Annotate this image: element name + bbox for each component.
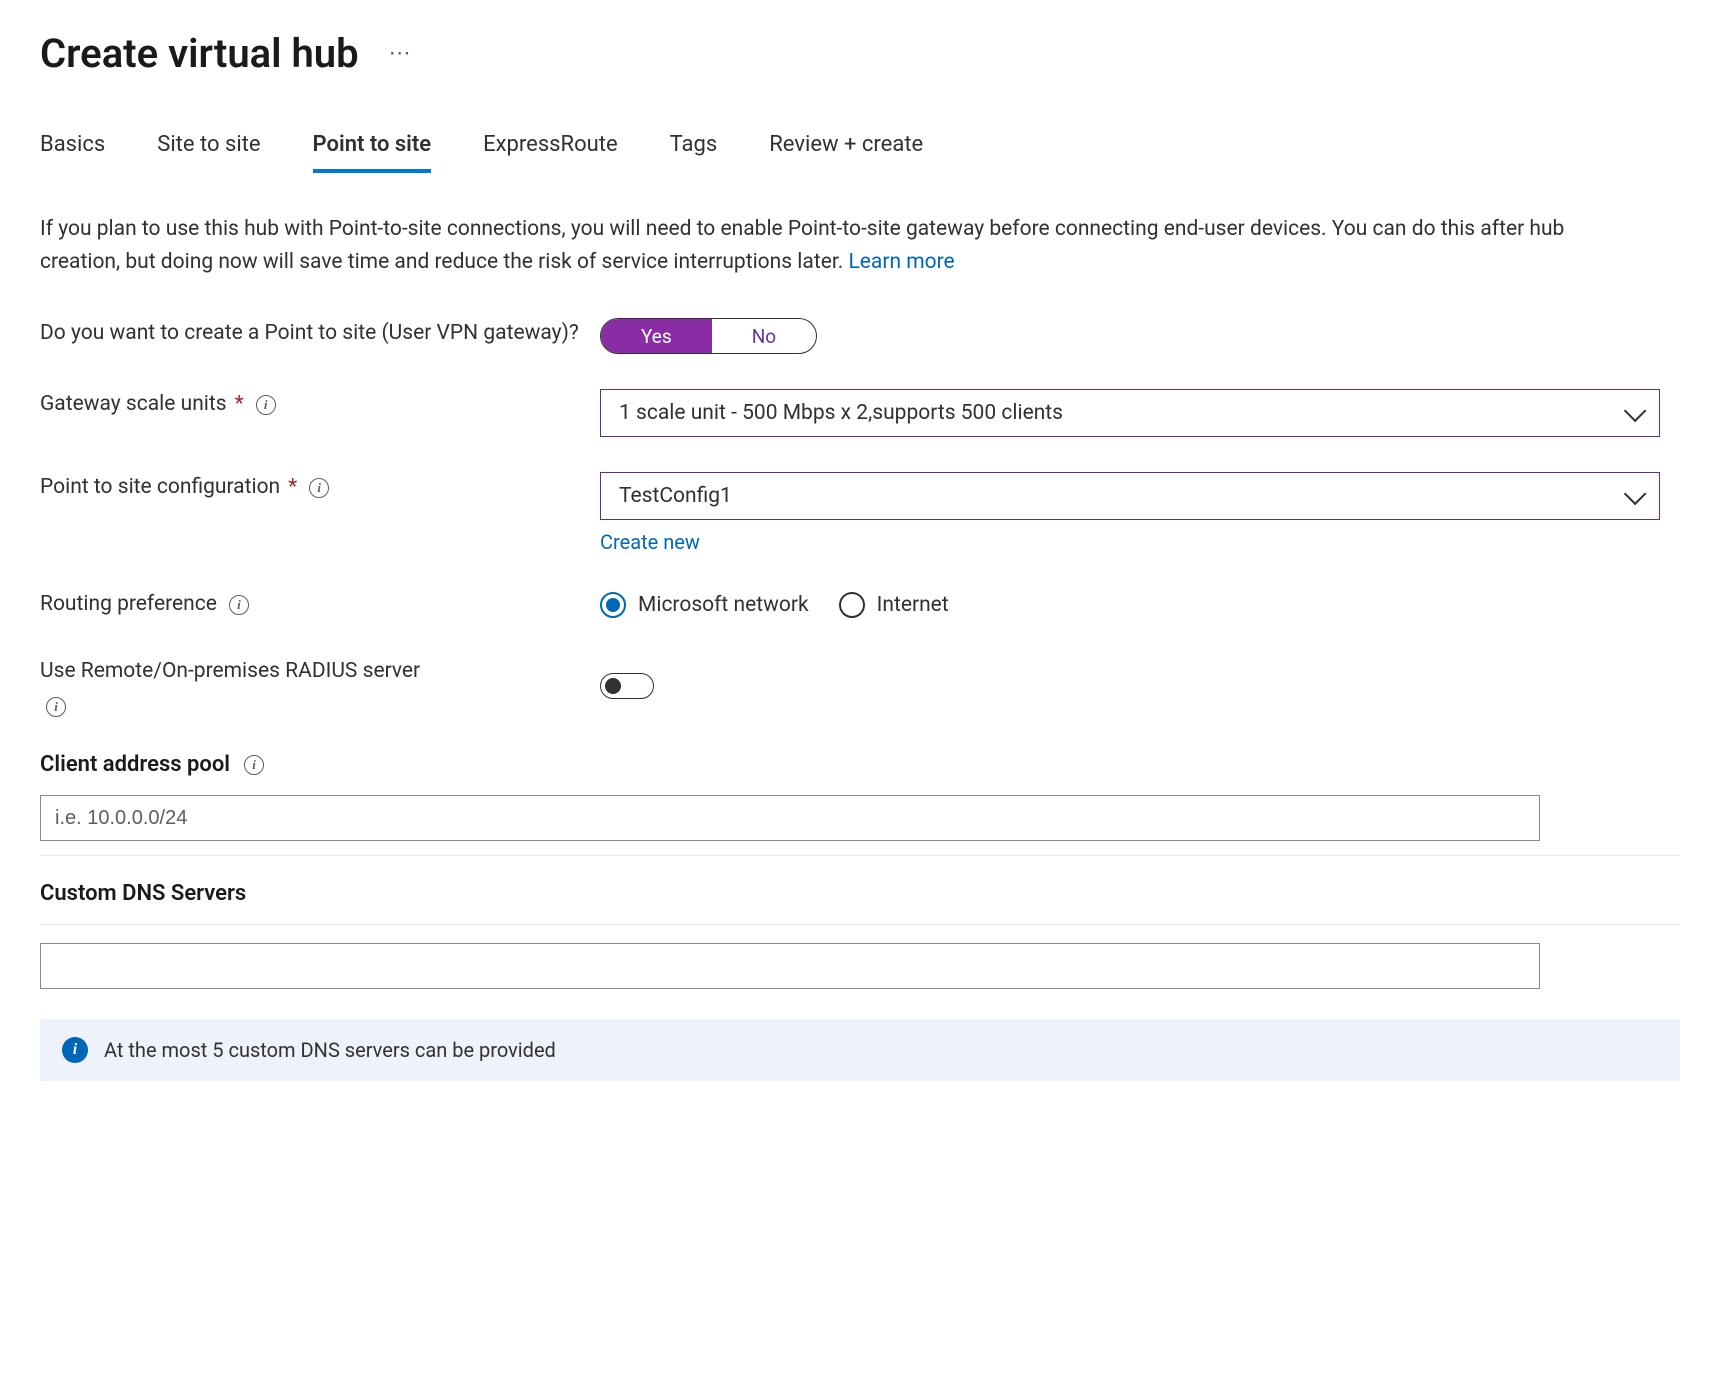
info-icon[interactable] [309,478,329,498]
divider [40,924,1680,925]
client-pool-heading: Client address pool [40,752,230,777]
scale-units-label: Gateway scale units [40,389,227,421]
routing-pref-internet-label: Internet [877,593,949,617]
tab-bar: Basics Site to site Point to site Expres… [40,132,1686,173]
custom-dns-input[interactable] [40,943,1540,989]
banner-text: At the most 5 custom DNS servers can be … [104,1038,556,1062]
p2s-config-label: Point to site configuration [40,472,280,504]
learn-more-link[interactable]: Learn more [848,250,954,274]
intro-text: If you plan to use this hub with Point-t… [40,213,1640,278]
info-icon[interactable] [244,755,264,775]
more-actions-icon[interactable]: ⋯ [389,41,413,66]
info-filled-icon [62,1037,88,1063]
client-address-pool-input[interactable] [40,795,1540,841]
tab-tags[interactable]: Tags [670,132,718,173]
p2s-config-dropdown[interactable]: TestConfig1 [600,472,1660,520]
tab-site-to-site[interactable]: Site to site [157,132,260,173]
info-icon[interactable] [256,395,276,415]
radius-label: Use Remote/On-premises RADIUS server [40,656,420,688]
page-title: Create virtual hub [40,30,359,77]
chevron-down-icon [1624,400,1647,423]
routing-pref-radio-group: Microsoft network Internet [600,592,1680,618]
create-new-link[interactable]: Create new [600,530,700,554]
scale-units-value: 1 scale unit - 500 Mbps x 2,supports 500… [619,401,1063,425]
tab-review-create[interactable]: Review + create [769,132,923,173]
scale-units-dropdown[interactable]: 1 scale unit - 500 Mbps x 2,supports 500… [600,389,1660,437]
routing-pref-microsoft-label: Microsoft network [638,593,809,617]
dns-heading: Custom DNS Servers [40,881,246,906]
routing-pref-label: Routing preference [40,589,217,621]
radius-toggle[interactable] [600,673,654,699]
required-indicator: * [235,389,244,421]
routing-pref-microsoft[interactable]: Microsoft network [600,592,809,618]
info-banner: At the most 5 custom DNS servers can be … [40,1019,1680,1081]
radio-icon [600,592,626,618]
p2s-toggle-yes[interactable]: Yes [601,319,712,353]
p2s-toggle-no[interactable]: No [712,319,816,353]
info-icon[interactable] [46,697,66,717]
required-indicator: * [288,472,297,504]
p2s-config-value: TestConfig1 [619,484,732,508]
tab-basics[interactable]: Basics [40,132,105,173]
tab-expressroute[interactable]: ExpressRoute [483,132,618,173]
p2s-gateway-toggle[interactable]: Yes No [600,318,817,354]
info-icon[interactable] [229,595,249,615]
divider [40,855,1680,856]
tab-point-to-site[interactable]: Point to site [313,132,432,173]
p2s-toggle-label: Do you want to create a Point to site (U… [40,318,579,350]
routing-pref-internet[interactable]: Internet [839,592,949,618]
radio-icon [839,592,865,618]
chevron-down-icon [1624,483,1647,506]
